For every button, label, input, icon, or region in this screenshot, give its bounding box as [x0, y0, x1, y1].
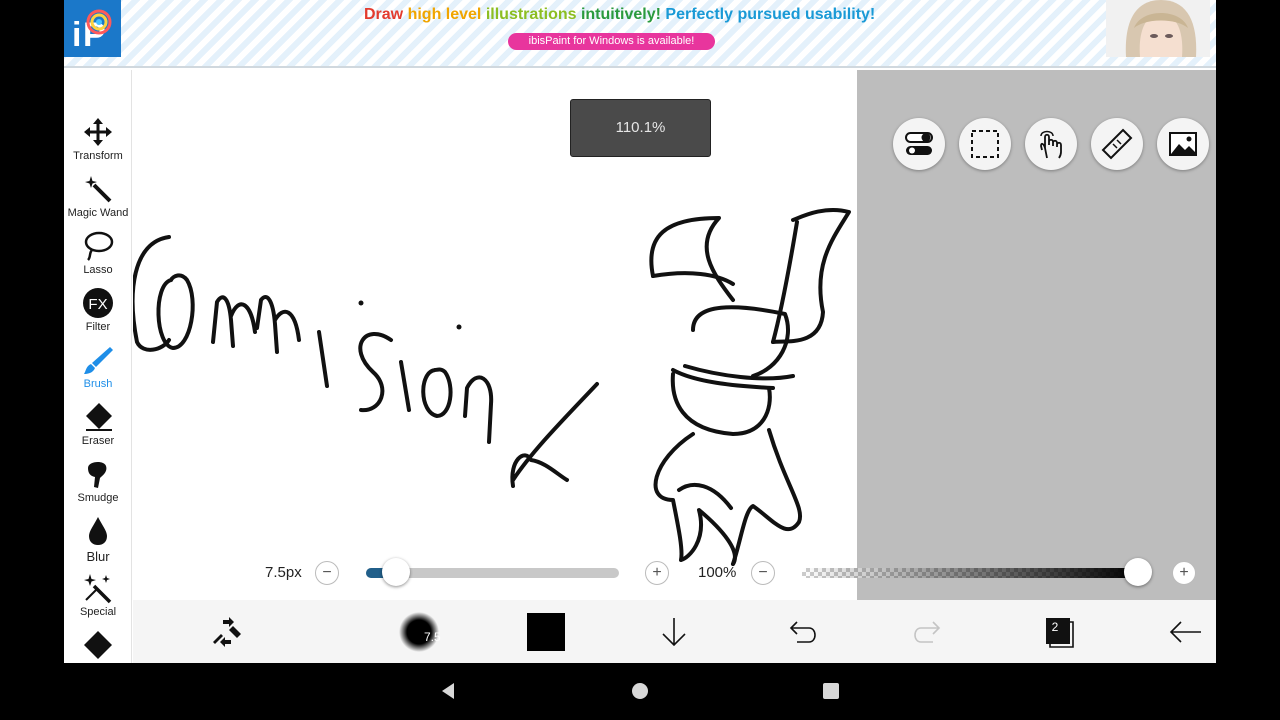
ibispaint-logo: i P: [64, 0, 121, 57]
image-icon: [1169, 132, 1197, 156]
tool-blur[interactable]: Blur: [64, 515, 132, 571]
tool-magic-wand[interactable]: Magic Wand: [64, 173, 132, 229]
ad-banner[interactable]: i P Draw high level illustrations intuit…: [64, 0, 1216, 68]
size-increase-button[interactable]: +: [645, 561, 669, 585]
brush-icon: [84, 347, 113, 374]
redo-button[interactable]: [909, 612, 949, 652]
tool-label: Magic Wand: [67, 207, 129, 219]
tool-label: Smudge: [77, 492, 119, 504]
brush-opacity-value: 100%: [698, 564, 737, 581]
lasso-icon: [84, 231, 114, 261]
tool-smudge[interactable]: Smudge: [64, 458, 132, 514]
ad-headline-part: intuitively!: [580, 6, 666, 23]
ad-headline-part: Draw: [364, 6, 408, 23]
bottom-toolbar: 7.5 2: [133, 600, 1216, 663]
tool-label: Lasso: [83, 264, 113, 276]
tool-label: Brush: [83, 378, 113, 390]
eraser-icon: [86, 403, 112, 431]
drawing-canvas[interactable]: [130, 70, 857, 600]
nav-recents-icon[interactable]: [821, 681, 841, 701]
opacity-increase-button[interactable]: +: [1172, 561, 1196, 585]
toggle-icon: [905, 132, 933, 155]
opacity-decrease-button[interactable]: −: [751, 561, 775, 585]
smudge-icon: [88, 462, 107, 488]
magic-wand-icon: [85, 176, 112, 203]
canvas-drawing: [130, 208, 851, 566]
brush-opacity-slider[interactable]: [802, 568, 1138, 578]
tool-swap-button[interactable]: [207, 612, 247, 652]
special-sparkle-icon: [84, 574, 112, 604]
blur-drop-icon: [89, 517, 107, 545]
svg-text:P: P: [83, 16, 106, 54]
color-swatch-button[interactable]: [527, 612, 567, 652]
tool-brush[interactable]: Brush: [64, 344, 132, 400]
ad-headline-part: illustrations: [485, 6, 581, 23]
tool-label: Transform: [73, 150, 123, 162]
ruler-button[interactable]: [1091, 118, 1143, 170]
tool-special[interactable]: Special: [64, 572, 132, 628]
fx-icon: FX: [83, 288, 113, 318]
app-screen: i P Draw high level illustrations intuit…: [64, 0, 1216, 663]
selection-icon: [971, 130, 999, 158]
selection-button[interactable]: [959, 118, 1011, 170]
fx-icon-text: FX: [88, 296, 107, 313]
ad-headline-part: Perfectly pursued usability!: [665, 6, 876, 23]
reference-image-button[interactable]: [1157, 118, 1209, 170]
tool-fill[interactable]: [64, 629, 132, 663]
size-decrease-button[interactable]: −: [315, 561, 339, 585]
move-arrows-icon: [84, 118, 112, 146]
hand-touch-button[interactable]: [1025, 118, 1077, 170]
svg-text:i: i: [72, 16, 81, 54]
ruler-icon: [1101, 128, 1133, 160]
undo-button[interactable]: [781, 612, 821, 652]
arrow-down-icon: [662, 618, 686, 647]
tool-eraser[interactable]: Eraser: [64, 401, 132, 457]
brush-opacity-handle[interactable]: [1124, 558, 1152, 586]
nav-back-icon[interactable]: [438, 681, 458, 701]
undo-icon: [789, 621, 816, 643]
back-button[interactable]: [1165, 612, 1205, 652]
tool-lasso[interactable]: Lasso: [64, 230, 132, 286]
tool-transform[interactable]: Transform: [64, 116, 132, 172]
brush-preview-size: 7.5: [424, 630, 441, 644]
toggle-button[interactable]: [893, 118, 945, 170]
tool-label: Filter: [85, 321, 111, 333]
brush-slider-row: 7.5px − + 100% − +: [133, 555, 1216, 591]
fill-icon: [84, 631, 112, 659]
redo-icon: [914, 621, 941, 643]
zoom-level-indicator: 110.1%: [570, 99, 711, 157]
ad-headline-part: high level: [407, 6, 486, 23]
tool-swap-icon: [213, 617, 241, 647]
color-swatch: [527, 613, 565, 651]
layers-button[interactable]: 2: [1038, 612, 1078, 652]
ad-headline: Draw high level illustrations intuitivel…: [364, 6, 875, 24]
brush-size-handle[interactable]: [382, 558, 410, 586]
hand-touch-icon: [1040, 130, 1062, 159]
layer-count: 2: [1051, 620, 1059, 634]
system-nav-bar: [0, 663, 1280, 720]
ad-portrait-image: [1106, 0, 1210, 57]
tool-label: Blur: [86, 549, 110, 564]
tool-filter[interactable]: FX Filter: [64, 287, 132, 343]
tool-label: Special: [79, 606, 117, 618]
brush-preview-button[interactable]: 7.5: [399, 612, 441, 652]
tool-label: Eraser: [81, 435, 115, 447]
nav-home-icon[interactable]: [630, 681, 650, 701]
download-button[interactable]: [654, 612, 694, 652]
tool-panel: Transform Magic Wand Lasso FX Filter Bru…: [64, 70, 132, 663]
ad-subtext-pill: ibisPaint for Windows is available!: [508, 33, 715, 50]
brush-size-value: 7.5px: [265, 564, 302, 581]
arrow-left-icon: [1169, 621, 1201, 643]
